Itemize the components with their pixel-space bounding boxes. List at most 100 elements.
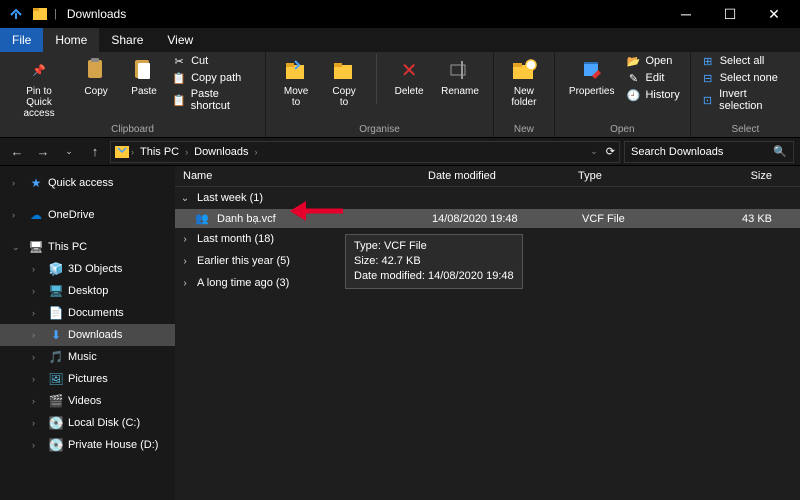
col-type[interactable]: Type — [578, 170, 708, 182]
move-to-button[interactable]: Move to — [276, 54, 316, 110]
back-button[interactable]: ← — [6, 141, 28, 163]
file-list: Name Date modified Type Size ⌄Last week … — [175, 166, 800, 500]
annotation-arrow — [290, 199, 345, 223]
select-all-button[interactable]: ⊞Select all — [701, 54, 790, 68]
maximize-button[interactable]: ☐ — [708, 0, 752, 28]
folder-icon — [115, 146, 129, 158]
new-folder-icon — [510, 56, 538, 84]
cut-button[interactable]: ✂Cut — [172, 54, 255, 68]
invert-icon: ⊡ — [701, 93, 714, 107]
edit-icon: ✎ — [626, 71, 640, 85]
history-button[interactable]: 🕘History — [626, 88, 679, 102]
sidebar-item-videos[interactable]: ›🎬Videos — [0, 390, 175, 412]
edit-button[interactable]: ✎Edit — [626, 71, 679, 85]
group-label: New — [514, 124, 534, 137]
open-button[interactable]: 📂Open — [626, 54, 679, 68]
pin-quick-access-button[interactable]: 📌 Pin to Quick access — [10, 54, 68, 121]
up-button[interactable]: ↑ — [84, 141, 106, 163]
group-lastweek[interactable]: ⌄Last week (1) — [175, 187, 800, 209]
chevron-icon[interactable]: › — [185, 147, 188, 157]
group-label: Select — [731, 124, 759, 137]
col-name[interactable]: Name — [183, 170, 428, 182]
tab-view[interactable]: View — [155, 28, 205, 52]
move-icon — [282, 56, 310, 84]
cloud-icon: ☁ — [28, 207, 44, 223]
crumb-thispc[interactable]: This PC — [136, 146, 183, 158]
address-bar[interactable]: › This PC › Downloads › ⌄ ⟳ — [110, 141, 620, 163]
sidebar-item-music[interactable]: ›🎵Music — [0, 346, 175, 368]
recent-button[interactable]: ⌄ — [58, 141, 80, 163]
delete-icon: ✕ — [395, 56, 423, 84]
col-date[interactable]: Date modified — [428, 170, 578, 182]
window-title: Downloads — [67, 7, 126, 21]
refresh-button[interactable]: ⟳ — [606, 145, 615, 158]
properties-button[interactable]: Properties — [565, 54, 619, 99]
ribbon: 📌 Pin to Quick access Copy Paste ✂Cut 📋C… — [0, 52, 800, 138]
column-headers[interactable]: Name Date modified Type Size — [175, 166, 800, 187]
sidebar-item-quick-access[interactable]: ›★Quick access — [0, 172, 175, 194]
copy-path-button[interactable]: 📋Copy path — [172, 71, 255, 85]
group-label: Open — [610, 124, 634, 137]
file-tooltip: Type: VCF File Size: 42.7 KB Date modifi… — [345, 234, 523, 289]
sidebar-item-desktop[interactable]: ›🖥Desktop — [0, 280, 175, 302]
sidebar-item-onedrive[interactable]: ›☁OneDrive — [0, 204, 175, 226]
sidebar-item-pictures[interactable]: ›🖼Pictures — [0, 368, 175, 390]
new-folder-button[interactable]: New folder — [504, 54, 544, 110]
music-icon: 🎵 — [48, 349, 64, 365]
sidebar-item-private-house-d-[interactable]: ›💽Private House (D:) — [0, 434, 175, 456]
tab-share[interactable]: Share — [99, 28, 155, 52]
expand-icon: › — [179, 256, 191, 267]
address-bar-row: ← → ⌄ ↑ › This PC › Downloads › ⌄ ⟳ Sear… — [0, 138, 800, 166]
ribbon-tabs: File Home Share View — [0, 28, 800, 52]
select-none-icon: ⊟ — [701, 71, 715, 85]
sidebar-item-local-disk-c-[interactable]: ›💽Local Disk (C:) — [0, 412, 175, 434]
delete-button[interactable]: ✕ Delete — [389, 54, 429, 99]
minimize-button[interactable]: ─ — [664, 0, 708, 28]
contact-icon: 👥 — [195, 212, 211, 225]
chevron-icon[interactable]: › — [131, 147, 134, 157]
copy-to-button[interactable]: Copy to — [324, 54, 364, 110]
search-input[interactable]: Search Downloads 🔍 — [624, 141, 794, 163]
copy-button[interactable]: Copy — [76, 54, 116, 99]
titlebar: | Downloads ─ ☐ ✕ — [0, 0, 800, 28]
pin-icon: 📌 — [25, 56, 53, 84]
paste-icon — [130, 56, 158, 84]
sidebar-item-thispc[interactable]: ⌄🖥This PC — [0, 236, 175, 258]
col-size[interactable]: Size — [708, 170, 792, 182]
crumb-downloads[interactable]: Downloads — [190, 146, 252, 158]
pic-icon: 🖼 — [48, 371, 64, 387]
tab-file[interactable]: File — [0, 28, 43, 52]
search-placeholder: Search Downloads — [631, 146, 723, 158]
group-label: Organise — [359, 124, 400, 137]
group-clipboard: 📌 Pin to Quick access Copy Paste ✂Cut 📋C… — [0, 52, 266, 137]
select-none-button[interactable]: ⊟Select none — [701, 71, 790, 85]
file-row[interactable]: 👥 Danh bạ.vcf 14/08/2020 19:48 VCF File … — [175, 209, 800, 228]
invert-selection-button[interactable]: ⊡Invert selection — [701, 88, 790, 112]
sidebar-item-documents[interactable]: ›📄Documents — [0, 302, 175, 324]
desktop-icon: 🖥 — [48, 283, 64, 299]
copyto-icon — [330, 56, 358, 84]
sidebar-item-downloads[interactable]: ›⬇Downloads — [0, 324, 175, 346]
folder-icon — [8, 6, 24, 22]
forward-button[interactable]: → — [32, 141, 54, 163]
expand-icon: › — [179, 234, 191, 245]
close-button[interactable]: ✕ — [752, 0, 796, 28]
group-new: New folder New — [494, 52, 555, 137]
down-icon: ⬇ — [48, 327, 64, 343]
collapse-icon: ⌄ — [179, 193, 191, 204]
disk-icon: 💽 — [48, 415, 64, 431]
search-icon: 🔍 — [773, 145, 787, 158]
paste-button[interactable]: Paste — [124, 54, 164, 99]
app-icon — [32, 6, 48, 22]
cut-icon: ✂ — [172, 54, 186, 68]
properties-icon — [578, 56, 606, 84]
chevron-icon[interactable]: › — [255, 147, 258, 157]
tab-home[interactable]: Home — [43, 28, 99, 52]
group-select: ⊞Select all ⊟Select none ⊡Invert selecti… — [691, 52, 800, 137]
dropdown-icon[interactable]: ⌄ — [590, 146, 598, 157]
paste-shortcut-button[interactable]: 📋Paste shortcut — [172, 88, 255, 112]
rename-button[interactable]: Rename — [437, 54, 483, 99]
group-organise: Move to Copy to ✕ Delete Rename Organise — [266, 52, 494, 137]
cube-icon: 🧊 — [48, 261, 64, 277]
sidebar-item-3d-objects[interactable]: ›🧊3D Objects — [0, 258, 175, 280]
